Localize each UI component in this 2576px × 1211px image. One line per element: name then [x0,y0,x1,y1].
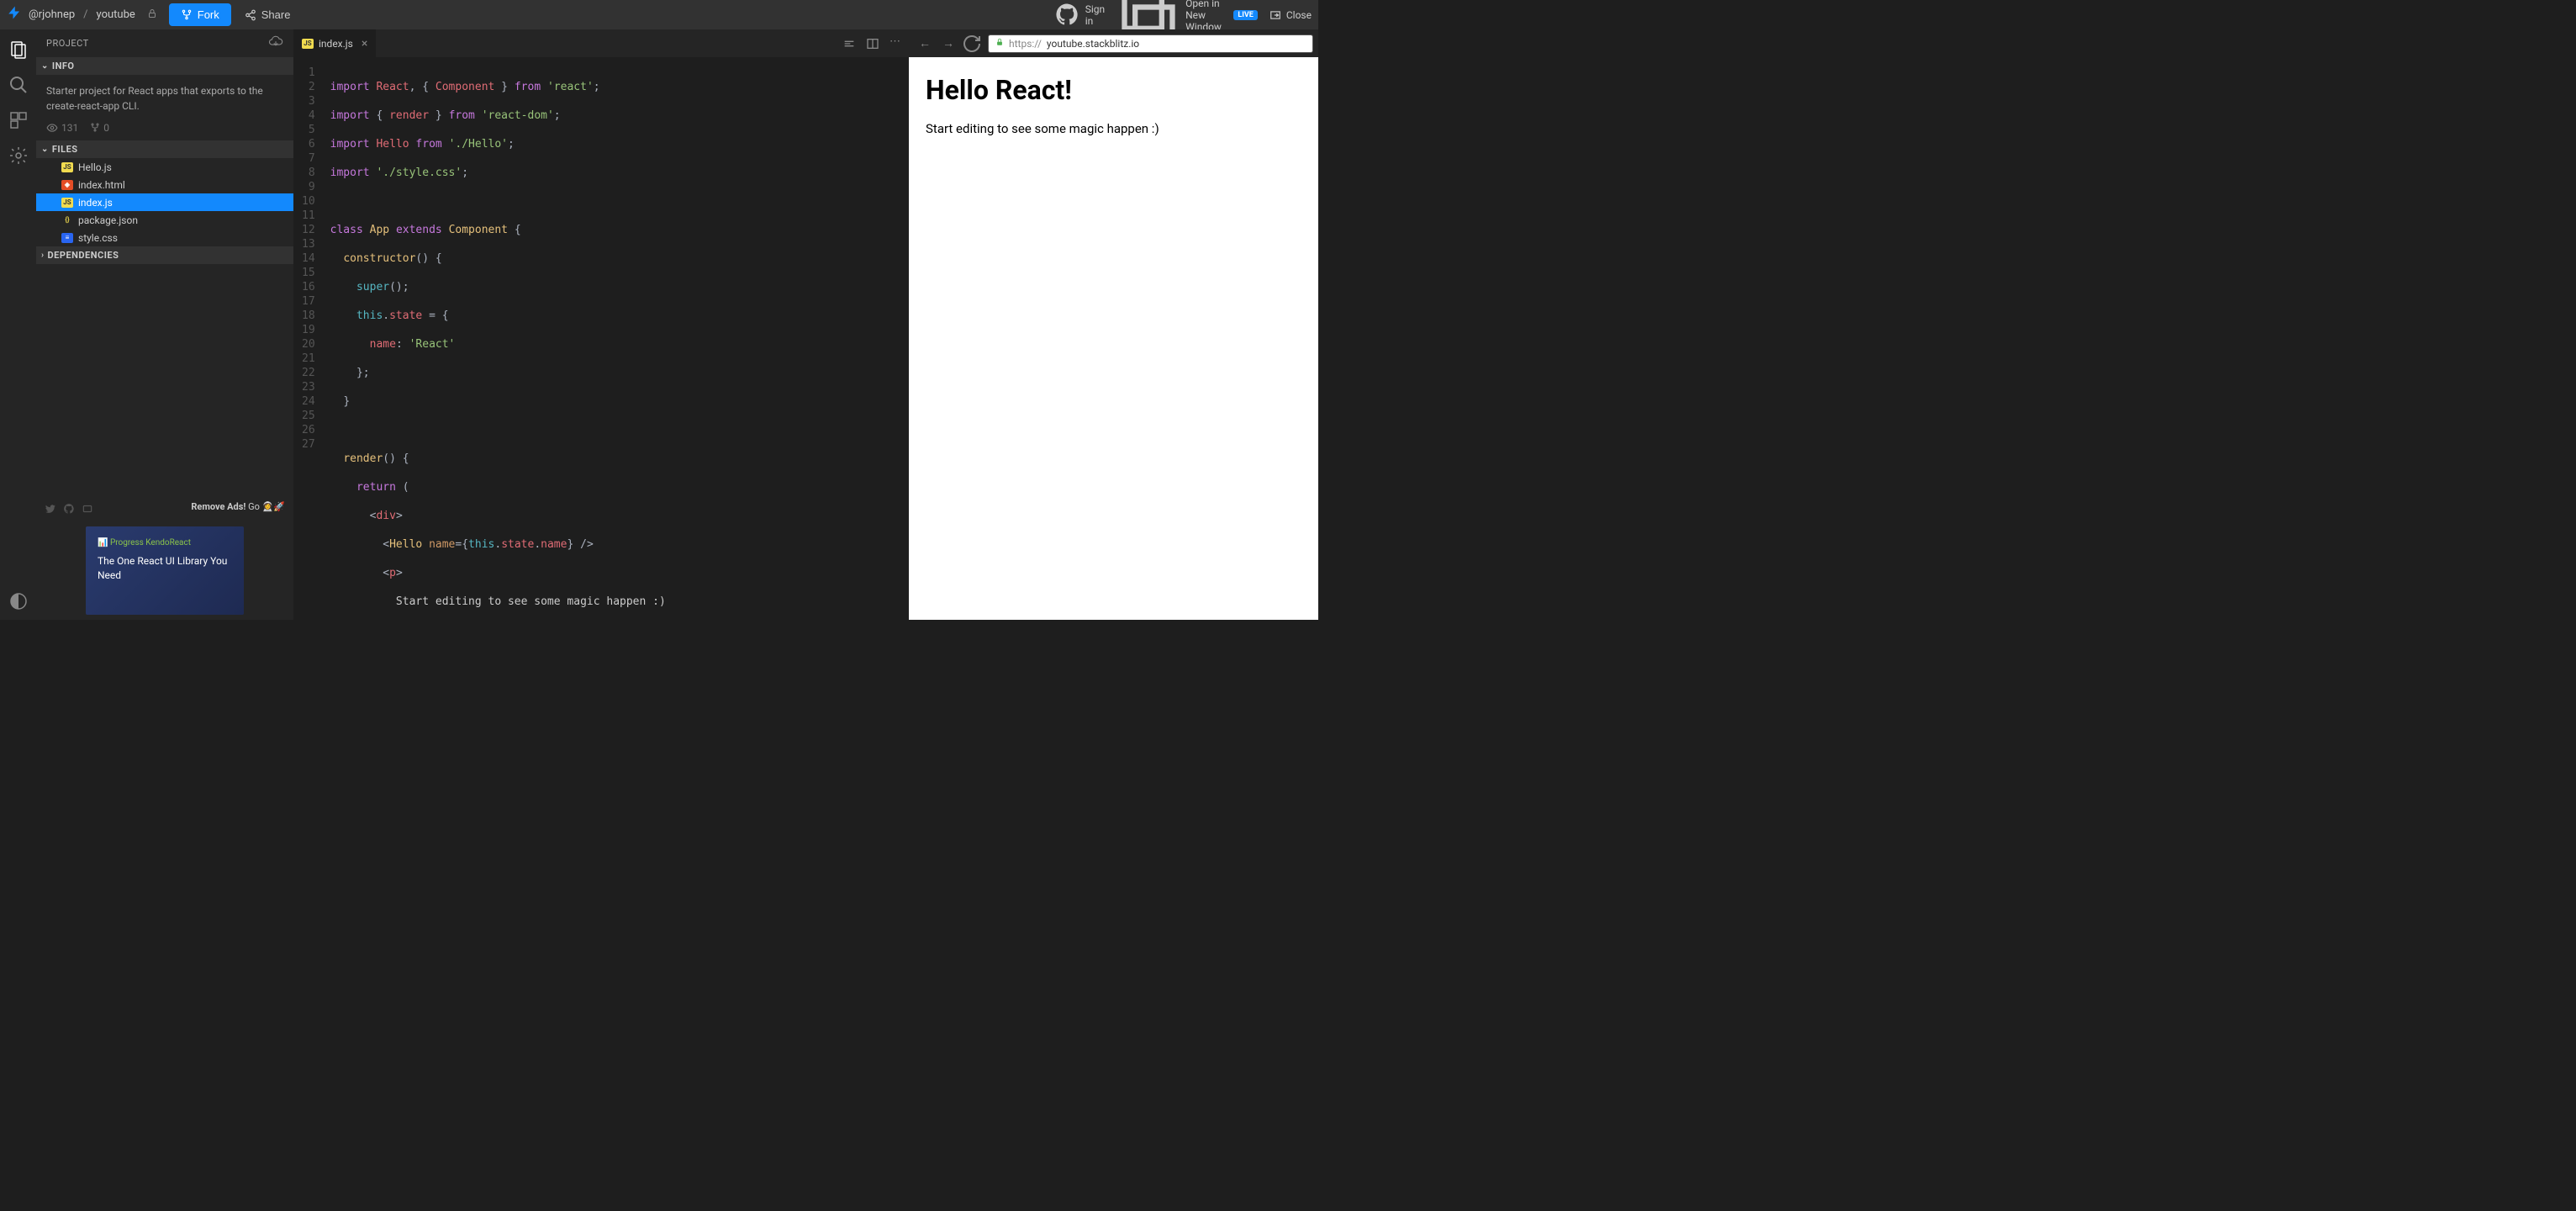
line-numbers: 1234567891011121314151617181920212223242… [293,57,330,620]
lock-icon [995,38,1004,49]
social-links: Remove Ads! Go 👩‍🚀🚀 [36,496,293,521]
json-file-icon: {} [61,215,73,225]
preview-content: Hello React! Start editing to see some m… [909,57,1318,620]
file-item-index-js[interactable]: JS index.js [36,193,293,211]
deps-label: DEPENDENCIES [48,250,119,261]
info-section-header[interactable]: ⌄ INFO [36,57,293,75]
open-new-label: Open in New Window [1185,0,1228,33]
signin-button[interactable]: Sign in [1054,2,1105,28]
back-icon[interactable]: ← [914,34,936,54]
js-file-icon: JS [302,39,314,49]
preview-pane: ← → https:// youtube.stackblitz.io Hello … [909,29,1318,620]
file-list: JS Hello.js ◈ index.html JS index.js {} … [36,158,293,246]
separator: / [83,8,87,21]
advertisement[interactable]: 📊 Progress KendoReact The One React UI L… [86,526,244,615]
sidebar: PROJECT ⌄ INFO Starter project for React… [36,29,293,620]
topbar: @rjohnep / youtube Fork Share Sign in Op… [0,0,1318,29]
share-button[interactable]: Share [236,3,299,26]
menu-icon[interactable] [842,35,856,52]
file-item-hello[interactable]: JS Hello.js [36,158,293,176]
activity-bar [0,29,36,620]
share-label: Share [261,8,291,21]
theme-toggle-icon[interactable] [8,591,29,611]
js-file-icon: JS [61,198,73,208]
code-editor[interactable]: 1234567891011121314151617181920212223242… [293,57,909,620]
discord-icon[interactable] [82,501,93,516]
editor-tabs: JS index.js × ⋯ [293,29,909,57]
search-icon[interactable] [8,75,29,95]
github-icon[interactable] [63,501,75,516]
split-icon[interactable] [866,35,879,52]
preview-toolbar: ← → https:// youtube.stackblitz.io [909,29,1318,57]
ad-logo: 📊 Progress KendoReact [98,538,232,547]
forks-count: 0 [103,122,109,134]
tab-index-js[interactable]: JS index.js × [293,29,377,57]
file-name: index.js [78,197,113,209]
css-file-icon: ≡ [61,233,73,243]
url-host: youtube.stackblitz.io [1047,38,1139,50]
preview-paragraph: Start editing to see some magic happen :… [926,121,1301,136]
html-file-icon: ◈ [61,180,73,190]
lock-icon [147,8,157,21]
project-description: Starter project for React apps that expo… [36,75,293,122]
file-item-style-css[interactable]: ≡ style.css [36,229,293,246]
remove-ads-bold: Remove Ads! [191,501,245,512]
url-prefix: https:// [1009,38,1042,50]
info-label: INFO [52,61,75,71]
project-stats: 131 0 [36,122,293,140]
project-link[interactable]: youtube [97,8,135,21]
twitter-icon[interactable] [45,501,56,516]
explorer-icon[interactable] [8,40,29,60]
file-name: index.html [78,179,125,191]
close-label: Close [1286,9,1312,21]
editor: JS index.js × ⋯ 123456789101112131415161… [293,29,909,620]
live-badge: LIVE [1233,10,1257,20]
ad-text: The One React UI Library You Need [98,554,232,583]
cloud-download-icon[interactable] [268,34,283,53]
user-link[interactable]: @rjohnep [29,8,75,21]
signin-label: Sign in [1085,3,1105,27]
chevron-down-icon: ⌄ [41,61,49,71]
files-section-header[interactable]: ⌄ FILES [36,140,293,158]
views-count: 131 [61,122,78,134]
js-file-icon: JS [61,162,73,172]
fork-label: Fork [198,8,219,21]
close-tab-icon[interactable]: × [362,37,367,50]
fork-button[interactable]: Fork [169,3,231,26]
logo-bolt-icon[interactable] [7,4,22,25]
forward-icon[interactable]: → [937,34,959,54]
file-name: style.css [78,232,118,244]
files-label: FILES [52,144,78,155]
settings-icon[interactable] [8,145,29,166]
extensions-icon[interactable] [8,110,29,130]
remove-ads-link[interactable]: Remove Ads! Go 👩‍🚀🚀 [191,501,285,516]
dependencies-section-header[interactable]: › DEPENDENCIES [36,246,293,264]
file-item-package-json[interactable]: {} package.json [36,211,293,229]
tab-label: index.js [319,38,353,50]
chevron-right-icon: › [41,251,45,260]
close-button[interactable]: Close [1270,9,1312,21]
more-icon[interactable]: ⋯ [889,35,900,52]
forks-stat: 0 [90,122,109,134]
go-text: Go [245,501,261,512]
file-name: package.json [78,214,138,226]
chevron-down-icon: ⌄ [41,145,49,154]
code-content[interactable]: import React, { Component } from 'react'… [330,57,909,620]
preview-url-bar[interactable]: https:// youtube.stackblitz.io [988,34,1313,53]
sidebar-title: PROJECT [46,38,89,49]
file-name: Hello.js [78,161,112,173]
views-stat: 131 [46,122,78,134]
file-item-index-html[interactable]: ◈ index.html [36,176,293,193]
reload-icon[interactable] [961,34,983,54]
preview-heading: Hello React! [926,74,1301,106]
sidebar-header: PROJECT [36,29,293,57]
